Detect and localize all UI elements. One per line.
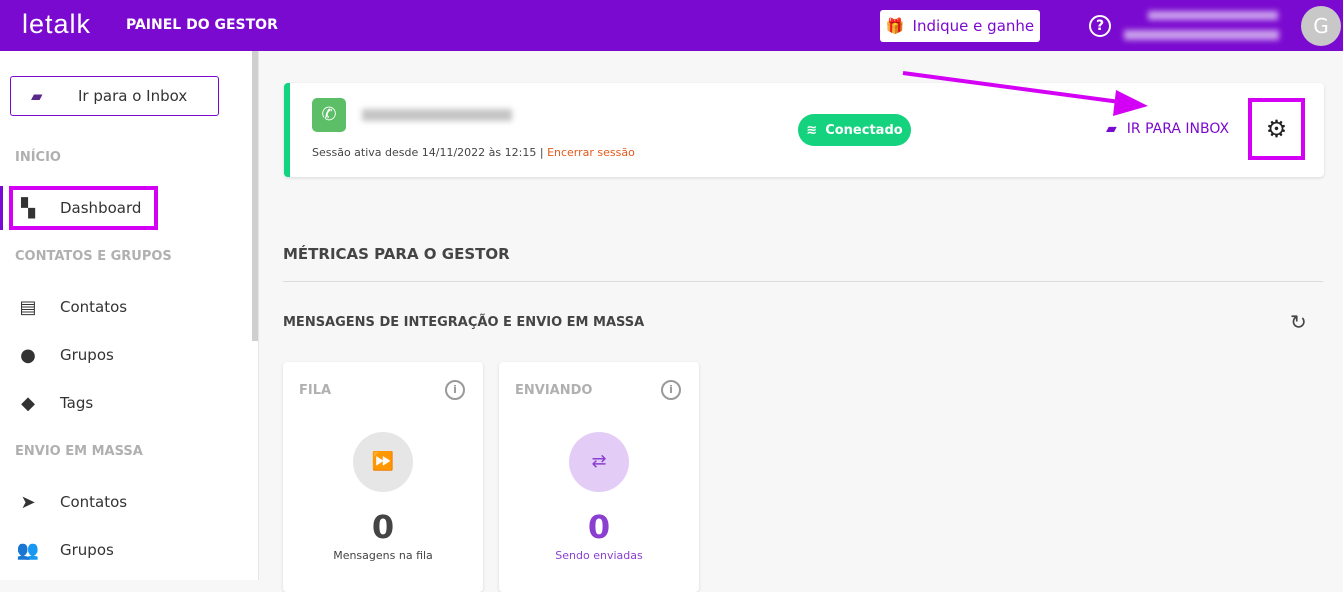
status-badge: ≋ Conectado — [798, 114, 911, 146]
item-label: Grupos — [60, 541, 114, 559]
chat-icon: ▰ — [1106, 121, 1117, 137]
card-value: 0 — [371, 508, 395, 546]
sidebar-item-mass-contatos[interactable]: ➤ Contatos — [0, 487, 250, 517]
session-since: Sessão ativa desde 14/11/2022 às 12:15 — [312, 146, 537, 159]
phone-number-redacted — [362, 109, 512, 121]
session-info: Sessão ativa desde 14/11/2022 às 12:15 |… — [312, 146, 635, 159]
section-title: CONTATOS E GRUPOS — [15, 249, 172, 264]
dashboard-highlight — [9, 186, 158, 230]
item-label: Tags — [60, 394, 94, 412]
card-caption: Sendo enviadas — [555, 549, 643, 562]
logo[interactable]: letalk — [22, 9, 91, 40]
gift-icon: 🎁 — [885, 17, 905, 35]
status-label: Conectado — [825, 122, 903, 138]
refer-label: Indique e ganhe — [912, 17, 1035, 35]
info-icon[interactable]: i — [445, 380, 465, 400]
avatar[interactable]: G — [1301, 6, 1341, 46]
card-title: FILA — [299, 383, 332, 398]
chat-icon: ▰ — [31, 87, 43, 105]
divider — [283, 281, 1323, 282]
section-title: ENVIO EM MASSA — [15, 444, 143, 459]
info-icon[interactable]: i — [661, 380, 681, 400]
groups-icon: ● — [20, 344, 36, 366]
sidebar-item-grupos[interactable]: ● Grupos — [0, 340, 250, 370]
card-caption: Mensagens na fila — [333, 549, 433, 562]
settings-gear-button[interactable]: ⚙ — [1248, 98, 1305, 160]
card-title: ENVIANDO — [515, 383, 593, 398]
item-label: Contatos — [60, 298, 128, 316]
item-label: Contatos — [60, 493, 128, 511]
separator: | — [539, 146, 544, 159]
sidebar-item-mass-grupos[interactable]: 👥 Grupos — [0, 535, 250, 565]
card-value: 0 — [587, 508, 611, 546]
metric-card-enviando: ENVIANDO i ⇄ 0 Sendo enviadas — [499, 362, 699, 592]
people-icon: 👥 — [16, 539, 40, 561]
user-name-redacted — [1148, 11, 1278, 20]
go-to-inbox-button[interactable]: ▰ Ir para o Inbox — [10, 76, 219, 116]
refresh-icon[interactable]: ↻ — [1290, 310, 1307, 334]
wifi-icon: ≋ — [806, 122, 818, 138]
section-title: INÍCIO — [15, 150, 61, 165]
gear-icon: ⚙ — [1265, 115, 1288, 143]
help-icon[interactable]: ? — [1089, 15, 1111, 37]
sidebar-item-tags[interactable]: ◆ Tags — [0, 388, 250, 418]
tag-icon: ◆ — [21, 392, 35, 414]
metric-card-fila: FILA i ⏩ 0 Mensagens na fila — [283, 362, 483, 592]
contacts-icon: ▤ — [19, 296, 37, 318]
page-title: PAINEL DO GESTOR — [126, 17, 278, 33]
whatsapp-icon: ✆ — [312, 98, 346, 132]
fast-forward-icon: ⏩ — [353, 432, 413, 492]
go-inbox-label: IR PARA INBOX — [1126, 121, 1230, 137]
item-label: Grupos — [60, 346, 114, 364]
metrics-title: MÉTRICAS PARA O GESTOR — [283, 245, 510, 263]
user-email-redacted — [1124, 30, 1279, 40]
metrics-subtitle: MENSAGENS DE INTEGRAÇÃO E ENVIO EM MASSA — [283, 315, 645, 330]
session-card: ✆ Sessão ativa desde 14/11/2022 às 12:15… — [284, 83, 1324, 177]
send-icon: ➤ — [20, 491, 36, 513]
repeat-icon: ⇄ — [569, 432, 629, 492]
top-bar: letalk PAINEL DO GESTOR 🎁 Indique e ganhe… — [0, 0, 1343, 51]
sidebar-item-contatos[interactable]: ▤ Contatos — [0, 292, 250, 322]
end-session-link[interactable]: Encerrar sessão — [547, 146, 635, 159]
go-inbox-link[interactable]: ▰ IR PARA INBOX — [1106, 121, 1229, 137]
sidebar-scrollbar[interactable] — [252, 51, 258, 341]
inbox-button-label: Ir para o Inbox — [78, 87, 188, 105]
refer-button[interactable]: 🎁 Indique e ganhe — [880, 10, 1040, 42]
active-indicator — [0, 186, 3, 230]
